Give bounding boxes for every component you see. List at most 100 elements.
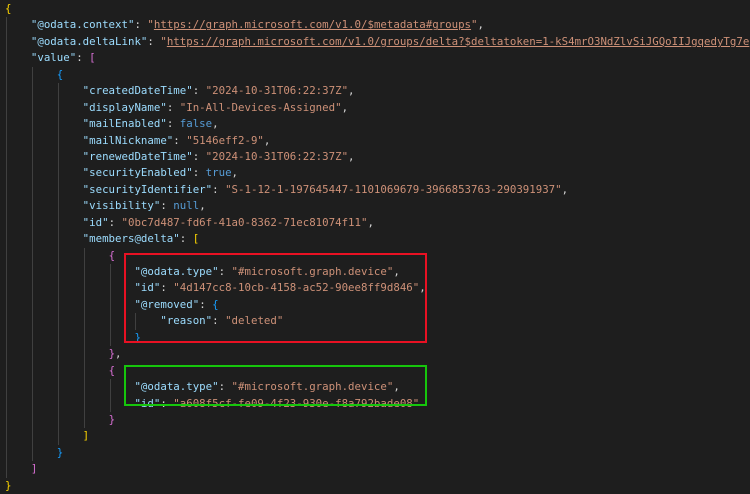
indent-guide xyxy=(31,247,33,264)
json-bracket: ] xyxy=(82,429,90,443)
code-line[interactable]: } xyxy=(5,444,750,462)
indent-guide xyxy=(83,379,85,396)
code-line[interactable]: "id": "a608f5cf-fe09-4f23-930e-f8a792bad… xyxy=(5,395,750,412)
indent-guide xyxy=(57,362,59,380)
json-url-link[interactable]: https://graph.microsoft.com/v1.0/$metada… xyxy=(154,18,471,31)
json-punctuation: , xyxy=(115,347,122,361)
json-punctuation: : xyxy=(212,182,226,196)
indent-guide xyxy=(31,313,33,330)
code-line[interactable]: "securityIdentifier": "S-1-12-1-19764544… xyxy=(5,181,750,199)
indent-guide xyxy=(6,247,7,264)
indent-guide xyxy=(57,280,59,297)
indent-guide xyxy=(6,231,7,248)
indent-guide xyxy=(57,181,59,199)
indent-guide xyxy=(109,329,111,347)
json-punctuation: , xyxy=(263,133,271,147)
json-bracket: } xyxy=(56,445,64,459)
json-punctuation: : xyxy=(173,133,187,147)
code-line[interactable]: } xyxy=(5,411,750,429)
json-punctuation: , xyxy=(231,166,239,180)
code-line[interactable]: "reason": "deleted" xyxy=(5,313,750,330)
indent-guide xyxy=(31,214,33,232)
indent-guide xyxy=(6,444,7,462)
indent-guide xyxy=(31,428,33,445)
json-punctuation: : xyxy=(192,149,206,163)
json-key: "@odata.type" xyxy=(134,265,219,278)
json-string: "4d147cc8-10cb-4158-ac52-90ee8ff9d846" xyxy=(173,281,420,295)
json-string: "deleted" xyxy=(225,314,284,328)
indent-guide xyxy=(31,395,33,412)
indent-guide xyxy=(109,296,111,314)
json-literal: null xyxy=(173,199,200,213)
indent-guide xyxy=(83,313,85,330)
indent-guide xyxy=(31,198,33,215)
indent-guide xyxy=(31,329,33,347)
indent-guide xyxy=(6,50,7,67)
indent-guide xyxy=(6,329,7,347)
json-key: "id" xyxy=(134,281,161,295)
json-bracket: [ xyxy=(192,232,200,246)
json-string: "2024-10-31T06:22:37Z" xyxy=(205,84,349,98)
indent-guide xyxy=(83,395,85,412)
code-line[interactable]: "@odata.deltaLink": "https://graph.micro… xyxy=(5,33,750,51)
indent-guide xyxy=(57,346,59,363)
code-line[interactable]: { xyxy=(5,247,750,264)
indent-guide xyxy=(57,313,59,330)
code-line[interactable]: "@removed": { xyxy=(5,296,750,314)
indent-guide xyxy=(6,395,7,412)
code-line[interactable]: "@odata.type": "#microsoft.graph.device"… xyxy=(5,379,750,396)
json-punctuation: , xyxy=(341,100,349,114)
indent-guide xyxy=(57,411,59,429)
json-string: "a608f5cf-fe09-4f23-930e-f8a792bade08" xyxy=(173,396,420,410)
indent-guide xyxy=(57,116,59,133)
json-string: "0bc7d487-fd6f-41a0-8362-71ec81074f11" xyxy=(121,215,368,229)
code-line[interactable]: "visibility": null, xyxy=(5,198,750,215)
code-line[interactable]: }, xyxy=(5,346,750,363)
indent-guide xyxy=(6,132,7,149)
json-editor[interactable]: { "@odata.context": "https://graph.micro… xyxy=(5,1,750,494)
code-line[interactable]: "id": "4d147cc8-10cb-4158-ac52-90ee8ff9d… xyxy=(5,280,750,297)
indent-guide xyxy=(6,198,7,215)
indent-guide xyxy=(83,411,85,429)
indent-guide xyxy=(6,17,7,34)
code-line[interactable]: { xyxy=(5,1,750,17)
indent-guide xyxy=(31,231,33,248)
indent-guide xyxy=(31,181,33,199)
code-line[interactable]: "createdDateTime": "2024-10-31T06:22:37Z… xyxy=(5,83,750,100)
json-string: "In-All-Devices-Assigned" xyxy=(179,100,342,114)
indent-guide xyxy=(6,148,7,166)
indent-guide xyxy=(6,214,7,232)
json-key: "@odata.type" xyxy=(134,380,219,394)
code-line[interactable]: "@odata.type": "#microsoft.graph.device"… xyxy=(5,264,750,281)
code-line[interactable]: "@odata.context": "https://graph.microso… xyxy=(5,17,750,34)
indent-guide xyxy=(83,280,85,297)
code-line[interactable]: "displayName": "In-All-Devices-Assigned"… xyxy=(5,99,750,117)
json-punctuation: : xyxy=(160,281,174,295)
json-punctuation: : xyxy=(192,166,206,180)
json-bracket: { xyxy=(108,363,116,377)
code-line[interactable]: "mailNickname": "5146eff2-9", xyxy=(5,132,750,149)
json-key: "@odata.deltaLink" xyxy=(30,34,148,48)
indent-guide xyxy=(31,362,33,380)
code-line[interactable]: ] xyxy=(5,428,750,445)
code-line[interactable]: ] xyxy=(5,461,750,478)
code-line[interactable]: { xyxy=(5,362,750,380)
code-line[interactable]: } xyxy=(5,329,750,347)
code-line[interactable]: "renewedDateTime": "2024-10-31T06:22:37Z… xyxy=(5,148,750,166)
json-punctuation: , xyxy=(393,265,400,278)
code-line[interactable]: "members@delta": [ xyxy=(5,231,750,248)
json-key: "value" xyxy=(30,51,77,65)
indent-guide xyxy=(135,313,137,330)
json-punctuation: : xyxy=(192,84,206,98)
indent-guide xyxy=(6,313,7,330)
json-punctuation: : xyxy=(218,265,232,278)
code-line[interactable]: "id": "0bc7d487-fd6f-41a0-8362-71ec81074… xyxy=(5,214,750,232)
code-line[interactable]: "mailEnabled": false, xyxy=(5,116,750,133)
code-line[interactable]: "value": [ xyxy=(5,50,750,67)
json-url-link[interactable]: https://graph.microsoft.com/v1.0/groups/… xyxy=(167,35,749,48)
json-punctuation: : xyxy=(166,100,180,114)
json-string: "#microsoft.graph.device" xyxy=(231,265,394,278)
code-line[interactable]: "securityEnabled": true, xyxy=(5,165,750,182)
json-string: "5146eff2-9" xyxy=(186,133,264,147)
code-line[interactable]: { xyxy=(5,66,750,84)
